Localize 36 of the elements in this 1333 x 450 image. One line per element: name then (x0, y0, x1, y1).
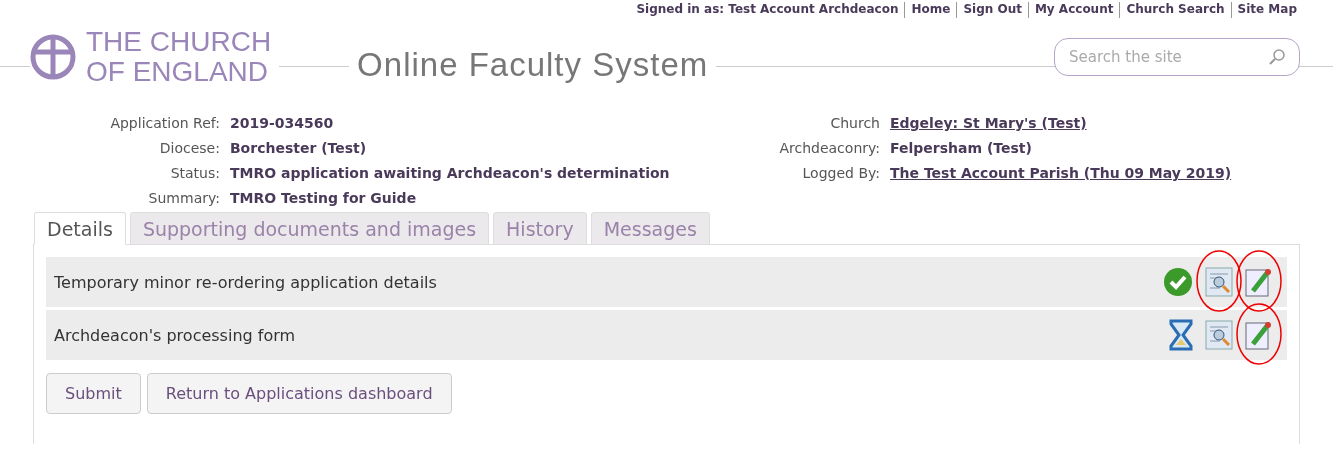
field-label: Application Ref: (109, 114, 220, 133)
field-label: Church (829, 114, 880, 133)
form-title: Archdeacon's processing form (54, 325, 297, 345)
field-label: Status: (169, 164, 220, 183)
value-link[interactable]: Edgeley: St Mary's (Test) (890, 112, 1232, 135)
document-magnifier-icon[interactable] (1205, 267, 1233, 297)
search-field[interactable]: Search the site (1054, 38, 1300, 76)
field-value: 2019-034560 (229, 114, 335, 133)
hourglass-icon (1169, 319, 1193, 351)
header-link[interactable]: Site Map (1230, 2, 1297, 18)
field-label: Summary: (147, 189, 220, 208)
field-value: TMRO Testing for Guide (229, 189, 418, 208)
action-button[interactable]: Submit (46, 373, 141, 414)
action-button[interactable]: Return to Applications dashboard (146, 373, 452, 414)
form-title: Temporary minor re-ordering application details (54, 272, 438, 292)
header-link[interactable]: Sign Out (956, 2, 1022, 18)
checkmark-icon (1163, 267, 1193, 297)
header-link[interactable]: My Account (1027, 2, 1114, 18)
edit-note-icon[interactable] (1245, 320, 1273, 350)
field-value: Borchester (Test) (229, 139, 368, 158)
header-link[interactable]: Signed in as: Test Account Archdeacon (636, 2, 899, 18)
header-link[interactable]: Church Search (1119, 2, 1225, 18)
field-value: Felpersham (Test) (890, 139, 1033, 158)
logo-text: THE CHURCH (86, 27, 272, 57)
header-link[interactable]: Home (904, 2, 951, 18)
tab[interactable]: Details (34, 212, 126, 245)
value-link[interactable]: The Test Account Parish (Thu 09 May 2019) (890, 162, 1232, 185)
field-label: Logged By: (801, 164, 880, 183)
field-label: Archdeaconry: (778, 139, 880, 158)
document-magnifier-icon[interactable] (1205, 320, 1233, 350)
logo-text: OF ENGLAND (86, 57, 270, 87)
cross-logo-icon (30, 32, 76, 82)
field-label: Diocese: (158, 139, 220, 158)
search-icon[interactable] (1268, 48, 1286, 66)
field-value: TMRO application awaiting Archdeacon's determination (229, 164, 671, 183)
edit-note-icon[interactable] (1245, 267, 1273, 297)
